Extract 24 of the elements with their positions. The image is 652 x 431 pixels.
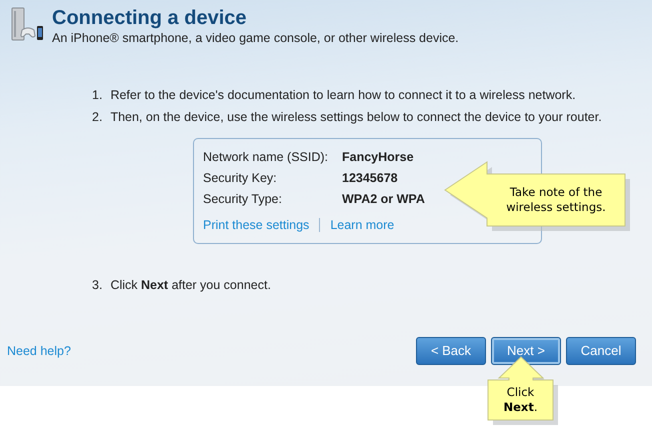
callout-text: Click Next. xyxy=(502,384,538,415)
setting-label: Security Type: xyxy=(203,191,283,208)
step-number: 2. xyxy=(92,109,102,126)
setting-label: Security Key: xyxy=(203,170,278,187)
devices-icon xyxy=(10,6,44,42)
setting-value: WPA2 or WPA xyxy=(342,191,425,208)
settings-link[interactable]: Learn more xyxy=(330,216,394,235)
page-subtitle: An iPhone® smartphone, a video game console, or other wireless device. xyxy=(52,30,459,46)
step-text: Refer to the device's documentation to learn how to connect it to a wireless network. xyxy=(110,87,576,104)
setting-value: 12345678 xyxy=(342,170,398,187)
settings-link[interactable]: Print these settings xyxy=(203,216,310,235)
setting-label: Network name (SSID): xyxy=(203,149,330,166)
wizard-button[interactable]: Next > xyxy=(491,337,561,365)
step-number: 3. xyxy=(92,276,102,294)
callout-text: Take note of the wireless settings. xyxy=(505,184,607,215)
page-title: Connecting a device xyxy=(52,6,248,30)
step-number: 1. xyxy=(92,87,102,104)
setting-value: FancyHorse xyxy=(342,149,414,166)
callout-shape xyxy=(487,356,559,426)
step-text: Click Next after you connect. xyxy=(110,276,271,294)
wizard-button[interactable]: Cancel xyxy=(566,337,636,365)
step-text: Then, on the device, use the wireless settings below to connect the device to your router. xyxy=(110,109,602,126)
wizard-button[interactable]: < Back xyxy=(416,337,486,365)
help-link[interactable]: Need help? xyxy=(7,342,71,360)
